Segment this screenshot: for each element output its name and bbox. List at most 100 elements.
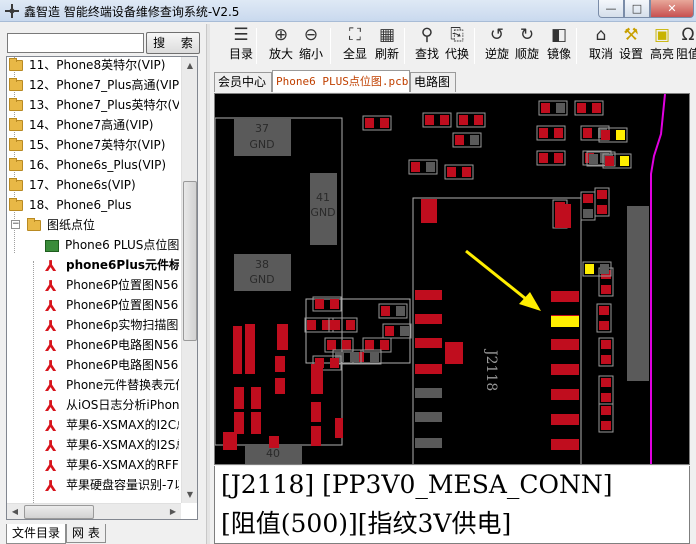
- tree-folder-item[interactable]: 14、Phone7高通(VIP): [9, 115, 179, 135]
- scroll-down-icon[interactable]: ▼: [182, 486, 197, 503]
- tab-member-center[interactable]: 会员中心: [214, 72, 272, 92]
- tree-file-item[interactable]: Phone6P位置图N56: [45, 295, 179, 316]
- fit-button[interactable]: ⛶ 全显: [340, 24, 370, 68]
- tree-file-item[interactable]: 苹果6-XSMAX的I2S总线: [45, 435, 179, 456]
- connector-pad-left: [415, 290, 442, 300]
- tree-file-item[interactable]: 苹果6-XSMAX的RFFE: [45, 455, 179, 476]
- smd-pad: [459, 115, 468, 125]
- smd-pad: [322, 320, 331, 330]
- pcb-canvas[interactable]: 37 GND 41 GND 38 GND 40 J2118: [214, 93, 690, 465]
- rotate-cw-icon: ↻: [519, 25, 535, 45]
- scroll-up-icon[interactable]: ▲: [182, 57, 197, 74]
- pad: [421, 199, 437, 223]
- tree-folder-item[interactable]: 18、Phone6_Plus: [9, 195, 179, 215]
- tab-netlist[interactable]: 网 表: [66, 524, 106, 543]
- close-button[interactable]: ✕: [650, 0, 694, 18]
- list-button[interactable]: ☰ 目录: [226, 24, 256, 68]
- tab-pcb-file[interactable]: Phone6 PLUS点位图.pcb: [272, 70, 410, 92]
- zoom-out-button[interactable]: ⊖ 缩小: [296, 24, 326, 68]
- search-input[interactable]: [7, 33, 144, 53]
- tree-folder-item[interactable]: 15、Phone7英特尔(VIP): [9, 135, 179, 155]
- smd-pad: [554, 128, 563, 138]
- search-button[interactable]: ⚲ 查找: [412, 24, 442, 68]
- tree-folder-item[interactable]: − 图纸点位: [11, 215, 179, 235]
- folder-icon: [9, 158, 23, 171]
- settings-button[interactable]: ⚒ 设置: [616, 24, 646, 68]
- rotate-ccw-button[interactable]: ↺ 逆旋: [482, 24, 512, 68]
- toolbar-button-label: 设置: [618, 47, 643, 61]
- scroll-thumb[interactable]: [24, 505, 94, 519]
- smd-pad: [601, 130, 610, 140]
- tree-file-item[interactable]: 苹果硬盘容量识别-7以: [45, 475, 179, 496]
- highlight-button[interactable]: ▣ 高亮: [648, 24, 676, 68]
- tree-vertical-scrollbar[interactable]: ▲ ▼: [181, 57, 197, 503]
- smd-pad: [583, 128, 592, 138]
- smd-pad: [599, 306, 609, 315]
- connector-pad-left: [415, 314, 442, 324]
- tree-folder-item[interactable]: 17、Phone6s(VIP): [9, 175, 179, 195]
- info-value-line: [阻值(500)][指纹3V供电]: [221, 509, 512, 538]
- replace-button[interactable]: ⎘ 代换: [442, 24, 472, 68]
- tree-file-item[interactable]: 从iOS日志分析iPhone: [45, 395, 179, 416]
- pcb-trace: [650, 94, 666, 464]
- pdf-file-icon: [45, 376, 58, 396]
- component-info-panel: [J2118] [PP3V0_MESA_CONN] [阻值(500)][指纹3V…: [214, 466, 690, 544]
- maximize-button[interactable]: □: [624, 0, 650, 18]
- resistance-button[interactable]: Ω 阻值: [676, 24, 696, 68]
- search-button[interactable]: 搜 索: [146, 32, 200, 54]
- cancel-button[interactable]: ⌂ 取消: [586, 24, 616, 68]
- mirror-button[interactable]: ◧ 镜像: [544, 24, 574, 68]
- tree-folder-item[interactable]: 16、Phone6s_Plus(VIP): [9, 155, 179, 175]
- minimize-button[interactable]: —: [598, 0, 624, 18]
- pane-splitter[interactable]: [206, 24, 210, 544]
- smd-pad: [381, 306, 390, 316]
- tree-folder-item[interactable]: 13、Phone7_Plus英特尔(VIP): [9, 95, 179, 115]
- tree-file-item[interactable]: Phone6p实物扫描图: [45, 315, 179, 336]
- scroll-right-icon[interactable]: ▶: [165, 504, 181, 519]
- tree-folder-item[interactable]: 12、Phone7_Plus高通(VIP): [9, 75, 179, 95]
- rotate-ccw-icon: ↺: [489, 25, 505, 45]
- smd-pad: [554, 153, 563, 163]
- toolbar-button-label: 逆旋: [484, 47, 509, 61]
- tree-file-item[interactable]: phone6Plus元件标注: [45, 255, 179, 276]
- shield-pad: [627, 206, 649, 381]
- pad: [445, 342, 463, 364]
- pad: [234, 412, 244, 434]
- smd-pad: [365, 118, 374, 128]
- tree-file-item[interactable]: 苹果6-XSMAX的I2C总线: [45, 415, 179, 436]
- tree-item-label: 14、Phone7高通(VIP): [29, 118, 154, 132]
- tree-file-item[interactable]: Phone6 PLUS点位图.pcb: [45, 235, 179, 255]
- scroll-left-icon[interactable]: ◀: [7, 504, 23, 519]
- collapse-toggle-icon[interactable]: −: [11, 220, 20, 229]
- toolbar-button-label: 代换: [444, 47, 469, 61]
- tree-horizontal-scrollbar[interactable]: ◀ ▶: [7, 503, 181, 519]
- tab-file-directory[interactable]: 文件目录: [6, 524, 67, 544]
- pdf-file-icon: [45, 276, 58, 296]
- tree-file-item[interactable]: Phone元件替换表元件: [45, 375, 179, 396]
- folder-icon: [9, 58, 23, 71]
- connector-pad-left: [415, 438, 442, 448]
- scroll-thumb[interactable]: [183, 181, 197, 341]
- pad: [233, 326, 242, 374]
- tree-file-item[interactable]: Phone6P电路图N56: [45, 335, 179, 356]
- smd-pad: [620, 156, 629, 166]
- smd-pad: [601, 393, 611, 402]
- rotate-cw-button[interactable]: ↻ 顺旋: [512, 24, 542, 68]
- smd-pad: [447, 167, 456, 177]
- toolbar-button-label: 顺旋: [514, 47, 539, 61]
- connector-pad-right: [551, 364, 579, 375]
- connector-pad-left: [415, 412, 442, 422]
- tree-file-item[interactable]: Phone6P位置图N56: [45, 275, 179, 296]
- tree-folder-item[interactable]: 11、Phone8英特尔(VIP): [9, 57, 179, 75]
- tree-file-item[interactable]: Phone6P电路图N56: [45, 355, 179, 376]
- zoom-in-button[interactable]: ⊕ 放大: [266, 24, 296, 68]
- tab-schematic[interactable]: 电路图: [410, 72, 456, 92]
- smd-pad: [539, 153, 548, 163]
- smd-pad: [601, 378, 611, 387]
- connector-pad-left: [415, 338, 442, 348]
- smd-pad: [396, 306, 405, 316]
- refresh-button[interactable]: ▦ 刷新: [372, 24, 402, 68]
- pad-net-gnd-41: GND: [310, 206, 335, 219]
- smd-pad: [346, 320, 355, 330]
- toolbar-button-label: 镜像: [546, 47, 571, 61]
